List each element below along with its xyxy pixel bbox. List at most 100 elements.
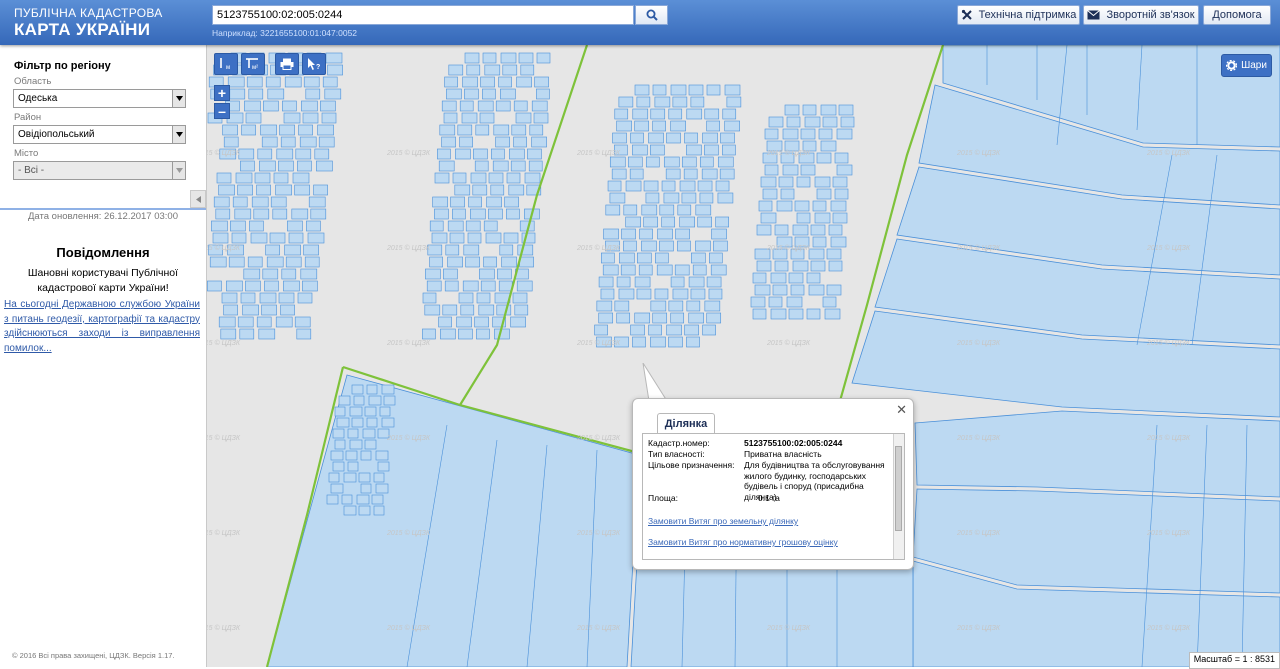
house-parcel[interactable] [634, 120, 649, 132]
cadastral-map[interactable]: 2015 © ЦДЗК 2015 © ЦДЗК 2015 © ЦДЗК 2015 © … [207, 45, 1280, 667]
house-parcel[interactable] [832, 176, 848, 188]
house-parcel[interactable] [762, 188, 778, 200]
house-parcel[interactable] [675, 228, 690, 240]
house-parcel[interactable] [632, 108, 649, 120]
house-parcel[interactable] [429, 256, 443, 268]
house-parcel[interactable] [239, 328, 255, 340]
house-parcel[interactable] [724, 84, 741, 96]
house-parcel[interactable] [531, 100, 548, 112]
house-parcel[interactable] [223, 304, 238, 316]
house-parcel[interactable] [620, 264, 636, 276]
house-parcel[interactable] [499, 244, 514, 256]
house-parcel[interactable] [654, 288, 669, 300]
house-parcel[interactable] [243, 268, 261, 280]
house-parcel[interactable] [756, 224, 772, 236]
house-parcel[interactable] [659, 204, 675, 216]
house-parcel[interactable] [443, 268, 458, 280]
house-parcel[interactable] [493, 124, 510, 136]
house-parcel[interactable] [349, 406, 363, 417]
house-parcel[interactable] [496, 304, 512, 316]
house-parcel[interactable] [300, 268, 318, 280]
house-parcel[interactable] [636, 288, 652, 300]
house-parcel[interactable] [261, 304, 277, 316]
house-parcel[interactable] [334, 406, 346, 417]
house-parcel[interactable] [830, 236, 847, 248]
house-parcel[interactable] [794, 200, 810, 212]
house-parcel[interactable] [636, 96, 651, 108]
house-parcel[interactable] [816, 152, 832, 164]
close-icon[interactable]: ✕ [896, 402, 907, 418]
house-parcel[interactable] [822, 296, 837, 308]
house-parcel[interactable] [722, 108, 737, 120]
house-parcel[interactable] [265, 244, 280, 256]
house-parcel[interactable] [272, 208, 288, 220]
house-parcel[interactable] [503, 232, 519, 244]
house-parcel[interactable] [706, 312, 722, 324]
house-parcel[interactable] [527, 148, 542, 160]
house-parcel[interactable] [618, 96, 634, 108]
house-parcel[interactable] [724, 120, 740, 132]
house-parcel[interactable] [303, 244, 319, 256]
house-parcel[interactable] [632, 144, 648, 156]
house-parcel[interactable] [474, 316, 489, 328]
house-parcel[interactable] [654, 96, 671, 108]
house-parcel[interactable] [780, 188, 795, 200]
house-parcel[interactable] [681, 156, 697, 168]
house-parcel[interactable] [248, 88, 264, 100]
house-parcel[interactable] [316, 160, 333, 172]
house-parcel[interactable] [650, 108, 666, 120]
house-parcel[interactable] [717, 156, 734, 168]
measure-line-button[interactable]: м [214, 53, 238, 75]
house-parcel[interactable] [479, 268, 495, 280]
house-parcel[interactable] [313, 184, 328, 196]
house-parcel[interactable] [305, 88, 321, 100]
house-parcel[interactable] [666, 324, 682, 336]
house-parcel[interactable] [796, 176, 811, 188]
house-parcel[interactable] [788, 272, 804, 284]
house-parcel[interactable] [684, 324, 699, 336]
house-parcel[interactable] [614, 300, 630, 312]
house-parcel[interactable] [772, 284, 788, 296]
house-parcel[interactable] [276, 148, 294, 160]
house-parcel[interactable] [690, 288, 706, 300]
house-parcel[interactable] [432, 196, 448, 208]
house-parcel[interactable] [497, 268, 512, 280]
house-parcel[interactable] [327, 64, 343, 76]
house-parcel[interactable] [536, 52, 551, 64]
house-parcel[interactable] [325, 52, 343, 64]
house-parcel[interactable] [668, 300, 684, 312]
house-parcel[interactable] [594, 324, 608, 336]
house-parcel[interactable] [830, 200, 847, 212]
house-parcel[interactable] [820, 104, 837, 116]
house-parcel[interactable] [472, 184, 488, 196]
house-parcel[interactable] [265, 76, 281, 88]
house-parcel[interactable] [425, 268, 441, 280]
house-parcel[interactable] [467, 232, 482, 244]
house-parcel[interactable] [434, 172, 450, 184]
house-parcel[interactable] [448, 64, 464, 76]
house-parcel[interactable] [455, 148, 471, 160]
house-parcel[interactable] [514, 304, 529, 316]
house-parcel[interactable] [826, 284, 842, 296]
house-parcel[interactable] [630, 324, 645, 336]
house-parcel[interactable] [800, 164, 816, 176]
house-parcel[interactable] [282, 100, 297, 112]
house-parcel[interactable] [511, 124, 527, 136]
site-logo[interactable]: ПУБЛІЧНА КАДАСТРОВА КАРТА УКРАЇНИ [14, 7, 163, 38]
house-parcel[interactable] [447, 220, 464, 232]
house-parcel[interactable] [814, 212, 831, 224]
house-parcel[interactable] [465, 220, 481, 232]
house-parcel[interactable] [302, 112, 319, 124]
house-parcel[interactable] [291, 208, 309, 220]
house-parcel[interactable] [639, 228, 653, 240]
house-parcel[interactable] [220, 328, 237, 340]
house-parcel[interactable] [695, 204, 712, 216]
house-parcel[interactable] [266, 256, 284, 268]
house-parcel[interactable] [439, 124, 456, 136]
collapse-sidebar-button[interactable] [190, 190, 206, 208]
house-parcel[interactable] [806, 272, 821, 284]
house-parcel[interactable] [231, 232, 247, 244]
house-parcel[interactable] [212, 232, 229, 244]
house-parcel[interactable] [244, 100, 261, 112]
house-parcel[interactable] [278, 292, 295, 304]
